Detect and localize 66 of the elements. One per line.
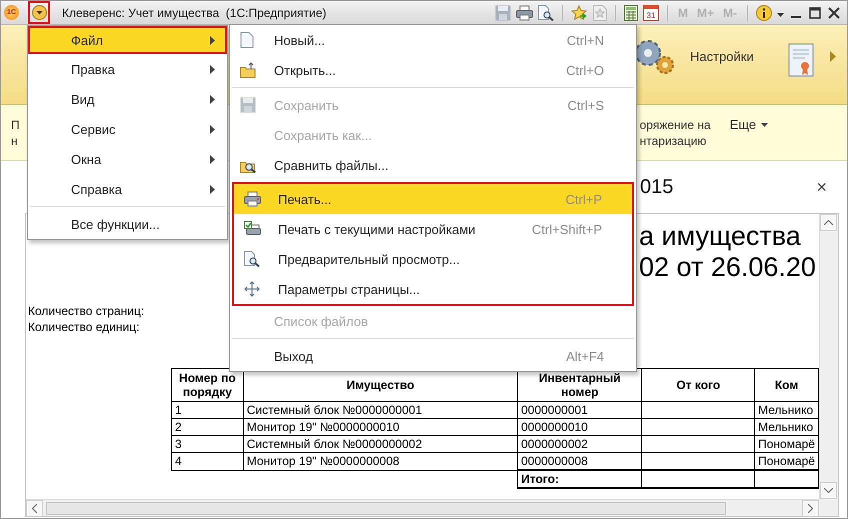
menu-item[interactable]: Параметры страницы... [234,274,632,304]
page-magnifier-icon[interactable] [538,4,554,20]
close-icon[interactable] [827,4,841,20]
menu-item[interactable]: Предварительный просмотр... [234,244,632,274]
scrollbar-corner [819,499,838,516]
command-button[interactable]: оряжение на нтаризацию [640,117,711,149]
scroll-right-icon[interactable] [808,504,813,512]
command-button[interactable]: П н [11,117,20,149]
calculator-icon[interactable] [624,4,638,20]
calendar-icon[interactable]: 31 [642,4,659,20]
table-cell: Системный блок №0000000001 [243,402,518,418]
info-label: Количество единиц: [28,319,140,335]
column-header: От кого [642,368,755,402]
table-cell: 0000000001 [518,402,642,418]
printer-check-icon [244,221,261,237]
menu-item[interactable]: Вид [28,84,227,114]
info-label: Количество страниц: [28,303,144,319]
document-title: 015 [640,176,674,198]
caret-circle-icon [32,5,46,20]
column-header: Номер по порядку [172,368,244,402]
printer-icon [244,191,261,207]
main-menu-button[interactable] [29,2,49,23]
menu-item[interactable]: Сравнить файлы... [230,150,636,180]
star-arrow-icon[interactable] [570,4,588,20]
document-heading: 02 от 26.06.20 [639,252,817,283]
floppy-icon [240,97,256,113]
scroll-left-icon[interactable] [32,504,37,512]
table-cell: 4 [172,452,244,470]
total-label: Итого: [518,470,642,488]
more-button[interactable]: Еще [730,117,768,133]
menu-item[interactable]: Все функции... [28,209,227,239]
scroll-up-icon[interactable] [824,220,833,225]
menu-item[interactable]: Выход Alt+F4 [230,341,636,371]
table-cell: 2 [172,418,244,436]
vertical-scrollbar[interactable] [819,214,838,499]
close-button[interactable]: × [813,176,830,198]
maximize-icon[interactable] [808,4,822,20]
menu-item[interactable]: Печать... Ctrl+P [234,184,632,214]
scroll-right-icon[interactable] [830,51,836,62]
document-heading: а имущества [639,221,802,252]
table-cell: 0000000002 [518,436,642,452]
certificate-icon[interactable] [788,42,814,76]
horizontal-scrollbar[interactable] [26,499,819,516]
scroll-down-icon[interactable] [824,488,833,493]
star-page-icon[interactable] [592,4,607,20]
page-icon [240,32,254,48]
menu-item[interactable]: Правка [28,54,227,84]
page-magnifier-icon [244,251,260,267]
printer-icon[interactable] [516,4,533,20]
table-cell: Системный блок №0000000002 [243,436,518,452]
window-title: Клеверенс: Учет имущества (1С:Предприятие) [62,6,326,20]
caret-icon [761,123,768,127]
move-arrows-icon [244,281,260,297]
menu-item[interactable]: Файл [28,26,227,54]
menu-item[interactable]: Справка [28,174,227,204]
menu-item[interactable]: Сервис [28,114,227,144]
folder-icon [240,62,256,78]
column-header: Ком [754,368,818,402]
table-cell: 1 [172,402,244,418]
table-cell: Монитор 19" №0000000010 [243,418,518,436]
table-cell: 3 [172,436,244,452]
table-cell: 0000000010 [518,418,642,436]
info-icon[interactable] [756,4,772,20]
table-cell: Монитор 19" №0000000008 [243,452,518,470]
menu-item[interactable]: Окна [28,144,227,174]
menu-item[interactable]: Печать с текущими настройками Ctrl+Shift+P [234,214,632,244]
